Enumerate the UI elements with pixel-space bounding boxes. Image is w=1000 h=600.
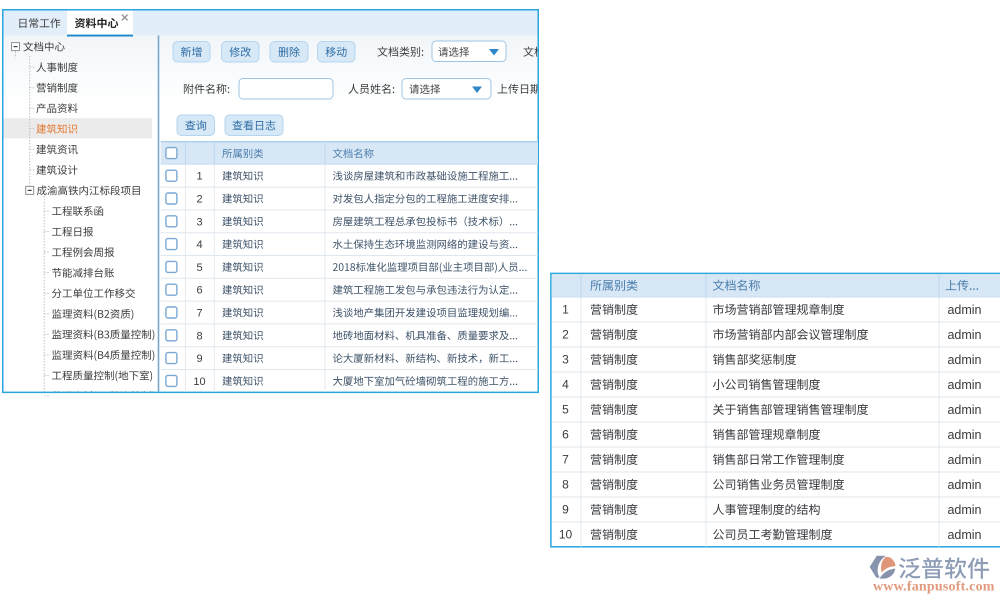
svg-text:10: 10 — [559, 528, 573, 542]
svg-text:1: 1 — [196, 171, 202, 183]
svg-text:7: 7 — [562, 453, 569, 467]
svg-text:admin: admin — [947, 528, 981, 542]
svg-text:1: 1 — [562, 303, 569, 317]
svg-text:8: 8 — [562, 478, 569, 492]
svg-text:admin: admin — [947, 328, 981, 342]
svg-text:5: 5 — [196, 262, 202, 274]
svg-text:admin: admin — [947, 303, 981, 317]
svg-text:admin: admin — [947, 478, 981, 492]
svg-text:7: 7 — [196, 308, 202, 320]
svg-text:admin: admin — [947, 353, 981, 367]
svg-text:admin: admin — [947, 503, 981, 517]
svg-text:9: 9 — [196, 353, 202, 365]
svg-text:9: 9 — [562, 503, 569, 517]
svg-text:admin: admin — [947, 403, 981, 417]
svg-text:admin: admin — [947, 428, 981, 442]
svg-text:5: 5 — [562, 403, 569, 417]
svg-text:6: 6 — [562, 428, 569, 442]
svg-text:3: 3 — [562, 353, 569, 367]
svg-text:www.fanpusoft.com: www.fanpusoft.com — [873, 580, 995, 595]
svg-text:10: 10 — [193, 376, 205, 388]
svg-text:8: 8 — [196, 330, 202, 342]
svg-text:3: 3 — [196, 216, 202, 228]
svg-text:4: 4 — [562, 378, 569, 392]
svg-text:2: 2 — [562, 328, 569, 342]
svg-text:4: 4 — [196, 239, 202, 251]
svg-text:admin: admin — [947, 378, 981, 392]
svg-text:2: 2 — [196, 194, 202, 206]
svg-text:6: 6 — [196, 285, 202, 297]
svg-text:admin: admin — [947, 453, 981, 467]
